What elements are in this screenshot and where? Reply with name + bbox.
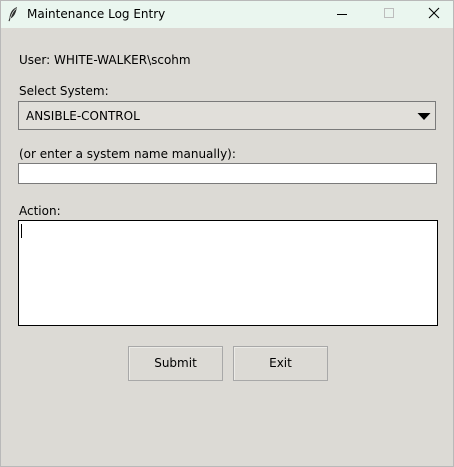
minimize-button[interactable] (319, 1, 365, 28)
exit-button[interactable]: Exit (233, 346, 328, 381)
select-system-label: Select System: (19, 84, 109, 98)
action-textarea[interactable] (18, 220, 438, 326)
close-icon (428, 7, 440, 19)
action-label: Action: (19, 204, 61, 218)
minimize-icon (337, 14, 347, 15)
manual-system-label: (or enter a system name manually): (19, 147, 236, 161)
app-window: Maintenance Log Entry User: WHITE-WALKER… (0, 0, 454, 467)
submit-button[interactable]: Submit (128, 346, 223, 381)
close-button[interactable] (411, 1, 454, 28)
text-caret (21, 224, 22, 238)
system-select-value: ANSIBLE-CONTROL (26, 109, 140, 123)
maximize-button[interactable] (365, 1, 411, 28)
maximize-icon (384, 8, 394, 18)
manual-system-input[interactable] (18, 163, 437, 184)
user-label: User: WHITE-WALKER\scohm (19, 53, 191, 67)
title-bar[interactable]: Maintenance Log Entry (1, 1, 453, 28)
system-select[interactable]: ANSIBLE-CONTROL (18, 101, 436, 130)
window-title: Maintenance Log Entry (27, 7, 166, 21)
chevron-down-icon[interactable] (415, 104, 433, 128)
feather-icon (7, 6, 19, 22)
